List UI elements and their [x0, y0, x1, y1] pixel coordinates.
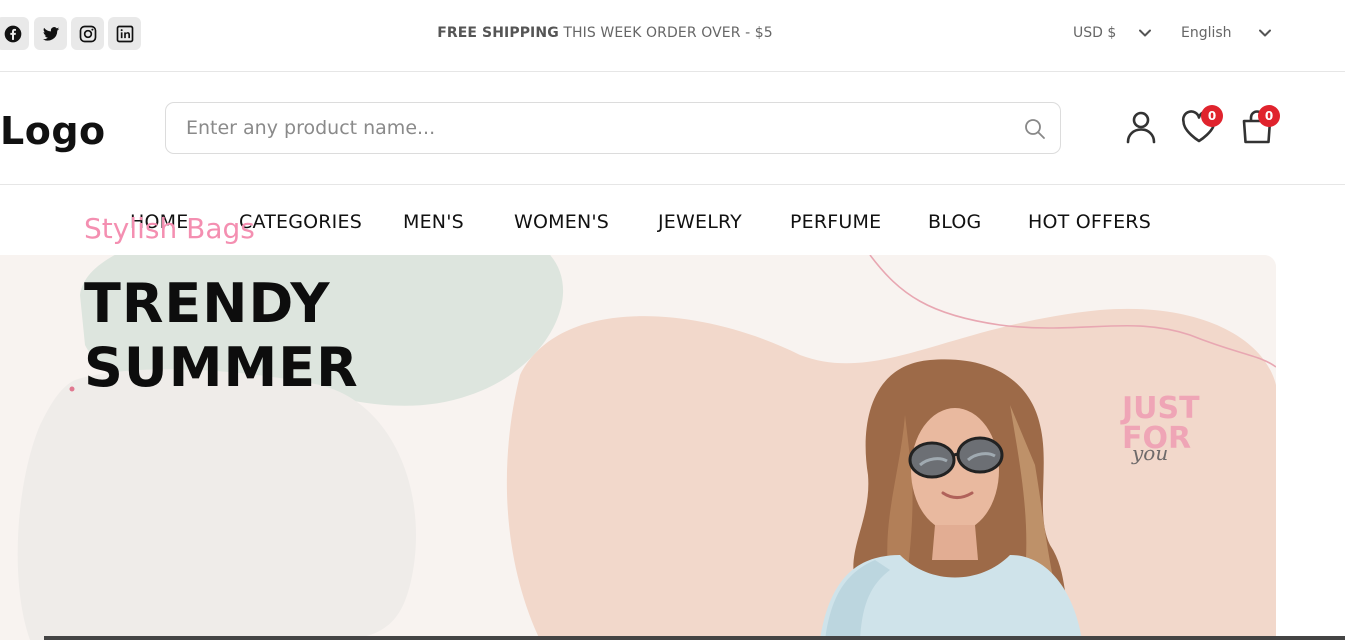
language-select[interactable]: English	[1181, 25, 1232, 41]
chevron-down-icon[interactable]	[1259, 29, 1271, 37]
hero-subtitle: Stylish Bags	[84, 212, 255, 245]
nav-item-jewelry[interactable]: JEWELRY	[658, 211, 742, 233]
window-bottom-divider	[44, 636, 1345, 640]
search-bar	[165, 102, 1061, 154]
shipping-rest-text: THIS WEEK ORDER OVER - $5	[558, 25, 773, 41]
wishlist-count-badge: 0	[1201, 105, 1223, 127]
nav-item-perfume[interactable]: PERFUME	[790, 211, 881, 233]
chevron-down-icon[interactable]	[1139, 29, 1151, 37]
cart-count-badge: 0	[1258, 105, 1280, 127]
search-input[interactable]	[186, 103, 1006, 153]
stamp-you-text: you	[1131, 441, 1168, 465]
search-icon[interactable]	[1023, 117, 1047, 141]
shipping-announcement: FREE SHIPPING THIS WEEK ORDER OVER - $5	[0, 25, 1210, 41]
currency-select[interactable]: USD $	[1073, 25, 1116, 41]
user-icon[interactable]	[1122, 108, 1160, 146]
hero-subtitle-wrap: Stylish Bags	[84, 212, 255, 245]
nav-item-womens[interactable]: WOMEN'S	[514, 211, 609, 233]
top-bar: FREE SHIPPING THIS WEEK ORDER OVER - $5 …	[0, 0, 1345, 72]
shipping-bold-text: FREE SHIPPING	[437, 25, 559, 41]
nav-item-categories[interactable]: CATEGORIES	[239, 211, 362, 233]
nav-item-hot-offers[interactable]: HOT OFFERS	[1028, 211, 1151, 233]
nav-item-mens[interactable]: MEN'S	[403, 211, 464, 233]
nav-item-blog[interactable]: BLOG	[928, 211, 981, 233]
hero-title: TRENDY SUMMER	[84, 272, 359, 399]
main-header: Logo 0 0	[0, 72, 1345, 185]
site-logo[interactable]: Logo	[0, 108, 106, 154]
